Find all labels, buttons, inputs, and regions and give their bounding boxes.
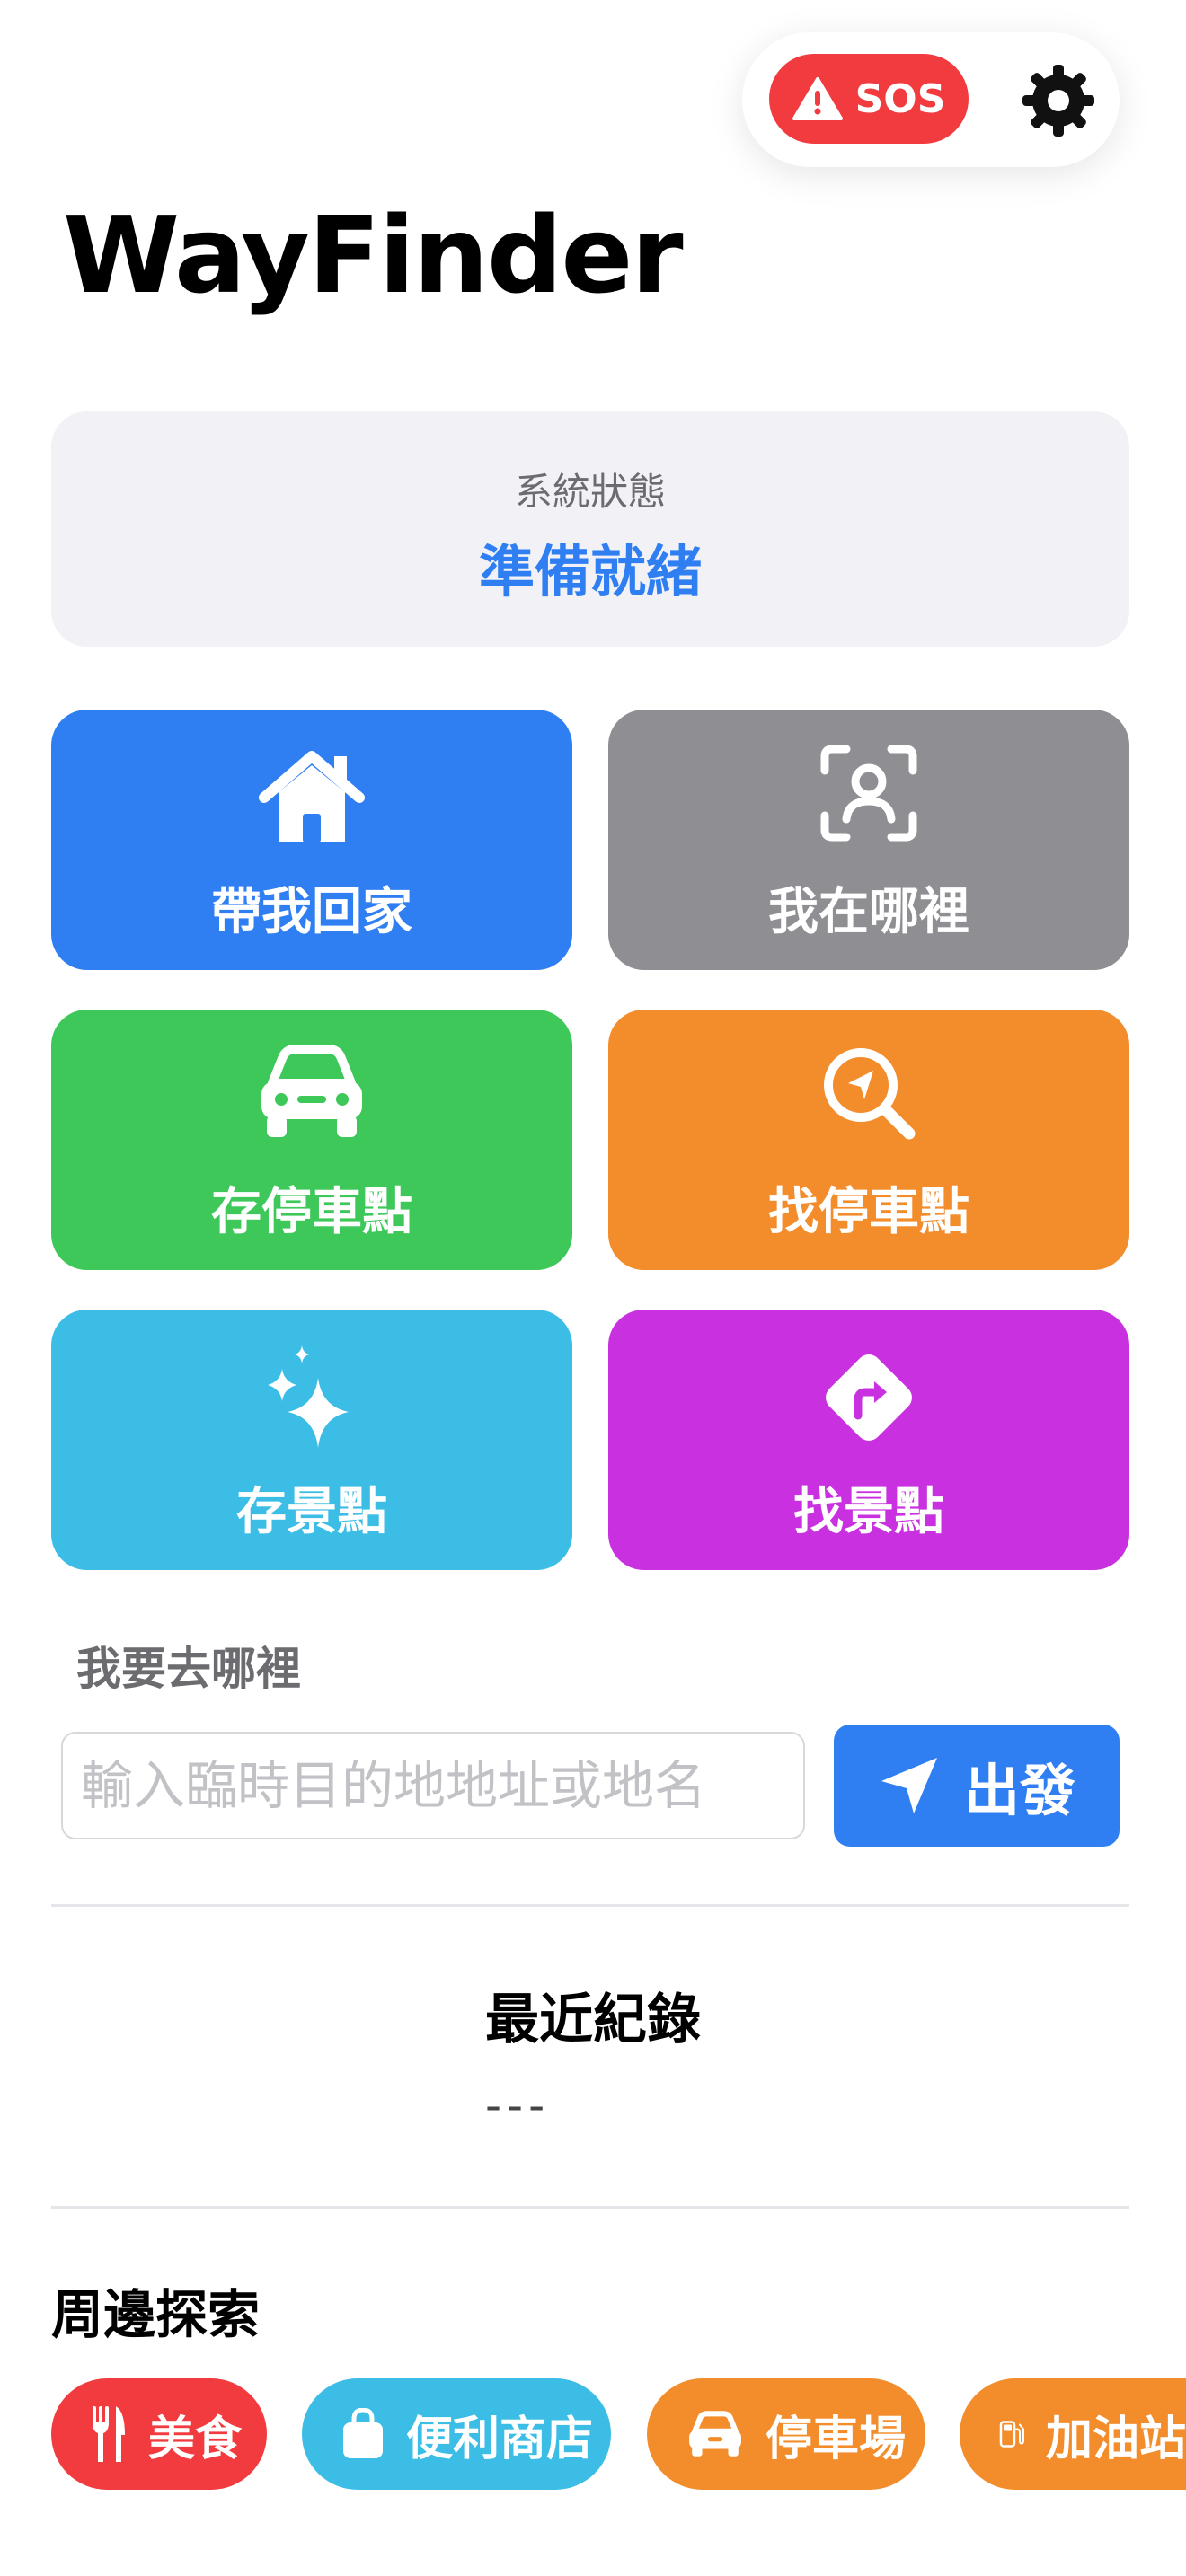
sos-button[interactable]: SOS: [769, 54, 969, 144]
chip-label: 加油站: [1045, 2412, 1186, 2466]
take-me-home-tile[interactable]: 帶我回家: [51, 710, 572, 970]
system-status-card: 系統狀態 準備就緒: [51, 411, 1129, 647]
gear-icon: [1022, 65, 1094, 137]
status-value: 準備就緒: [478, 539, 702, 604]
turn-right-sign-icon: [826, 1354, 912, 1441]
tile-label: 找景點: [793, 1483, 944, 1541]
divider: [51, 1904, 1129, 1907]
car-icon: [689, 2411, 741, 2457]
app-title: WayFinder: [63, 193, 684, 317]
save-spot-tile[interactable]: 存景點: [51, 1310, 572, 1570]
sos-label: SOS: [854, 75, 946, 122]
status-label: 系統狀態: [514, 470, 666, 514]
location-search-icon: [824, 1048, 916, 1140]
settings-button[interactable]: [1021, 63, 1096, 138]
tile-label: 存景點: [236, 1483, 387, 1541]
house-icon: [259, 751, 365, 842]
recent-records-empty: ---: [485, 2079, 551, 2131]
go-button[interactable]: 出發: [834, 1725, 1120, 1847]
person-viewfinder-icon: [820, 745, 917, 842]
destination-section-label: 我要去哪裡: [76, 1643, 301, 1695]
shopping-bag-icon: [343, 2408, 383, 2458]
chip-label: 便利商店: [406, 2412, 594, 2466]
chip-food[interactable]: 美食: [51, 2378, 267, 2490]
divider: [51, 2206, 1129, 2209]
chip-label: 停車場: [766, 2412, 907, 2466]
sparkles-icon: [268, 1345, 349, 1448]
chip-label: 美食: [148, 2412, 243, 2466]
car-icon: [261, 1045, 362, 1137]
chip-convenience-store[interactable]: 便利商店: [302, 2378, 611, 2490]
warning-icon: [792, 77, 843, 120]
fork-knife-icon: [93, 2406, 125, 2462]
chip-parking-lot[interactable]: 停車場: [647, 2378, 925, 2490]
recent-records-title: 最近紀錄: [485, 1989, 701, 2051]
find-parking-tile[interactable]: 找停車點: [608, 1010, 1129, 1270]
save-parking-tile[interactable]: 存停車點: [51, 1010, 572, 1270]
tile-label: 我在哪裡: [768, 883, 969, 941]
go-label: 出發: [963, 1758, 1075, 1823]
nearby-explore-title: 周邊探索: [51, 2284, 261, 2345]
destination-input[interactable]: [61, 1732, 805, 1839]
find-spot-tile[interactable]: 找景點: [608, 1310, 1129, 1570]
tile-label: 找停車點: [768, 1183, 969, 1241]
chip-gas-station[interactable]: 加油站: [960, 2378, 1186, 2490]
where-am-i-tile[interactable]: 我在哪裡: [608, 710, 1129, 970]
top-controls: SOS: [742, 32, 1120, 167]
tile-label: 存停車點: [211, 1183, 412, 1241]
paper-plane-icon: [881, 1758, 937, 1813]
fuel-pump-icon: [999, 2421, 1024, 2448]
tile-label: 帶我回家: [211, 883, 412, 941]
